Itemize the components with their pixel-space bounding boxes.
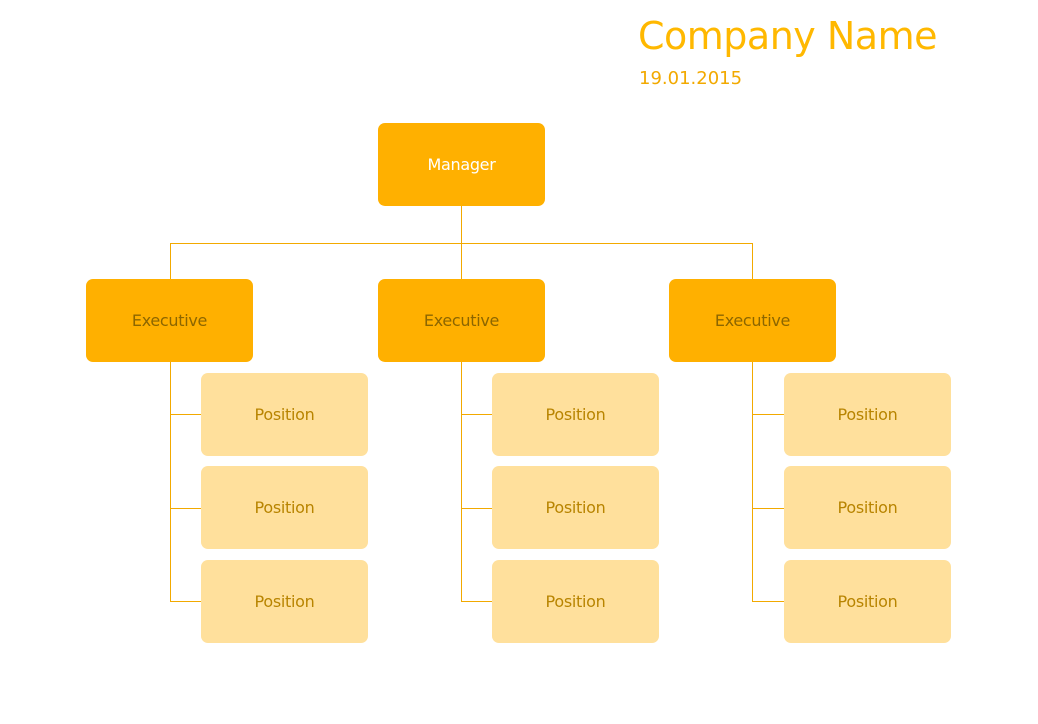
position-label: Position <box>545 592 606 611</box>
executive-label: Executive <box>423 311 500 330</box>
position-node[interactable]: Position <box>201 560 368 643</box>
position-label: Position <box>545 498 606 517</box>
executive-node-2[interactable]: Executive <box>378 279 545 362</box>
position-label: Position <box>837 498 898 517</box>
executive-label: Executive <box>714 311 791 330</box>
connector-exec-1-positions <box>170 362 201 602</box>
executive-node-1[interactable]: Executive <box>86 279 253 362</box>
position-node[interactable]: Position <box>492 560 659 643</box>
position-label: Position <box>254 592 315 611</box>
position-node[interactable]: Position <box>492 466 659 549</box>
position-node[interactable]: Position <box>201 466 368 549</box>
manager-label: Manager <box>427 155 496 174</box>
position-node[interactable]: Position <box>784 466 951 549</box>
executive-label: Executive <box>131 311 208 330</box>
connector-exec-3-positions <box>752 362 784 602</box>
position-node[interactable]: Position <box>784 560 951 643</box>
position-label: Position <box>837 592 898 611</box>
position-label: Position <box>254 405 315 424</box>
connector-exec-2-positions <box>461 362 492 602</box>
position-node[interactable]: Position <box>492 373 659 456</box>
executive-node-3[interactable]: Executive <box>669 279 836 362</box>
position-label: Position <box>837 405 898 424</box>
position-node[interactable]: Position <box>201 373 368 456</box>
position-label: Position <box>254 498 315 517</box>
position-node[interactable]: Position <box>784 373 951 456</box>
manager-node[interactable]: Manager <box>378 123 545 206</box>
position-label: Position <box>545 405 606 424</box>
